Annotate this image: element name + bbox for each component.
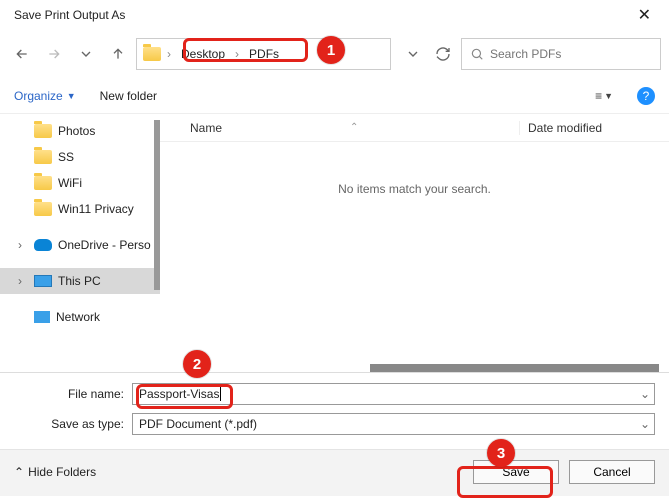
scrollbar[interactable]: [370, 364, 659, 372]
file-list: Name⌃ Date modified No items match your …: [160, 114, 669, 372]
saveastype-label: Save as type:: [14, 417, 124, 431]
chevron-up-icon: ⌃: [14, 465, 24, 479]
back-button[interactable]: [8, 40, 36, 68]
chevron-down-icon[interactable]: ⌄: [640, 387, 650, 401]
filename-label: File name:: [14, 387, 124, 401]
nav-tree: Photos SS WiFi Win11 Privacy ›OneDrive -…: [0, 114, 160, 372]
cloud-icon: [34, 239, 52, 251]
close-icon[interactable]: ✕: [630, 1, 659, 29]
tree-item-win11[interactable]: Win11 Privacy: [0, 196, 160, 222]
view-menu[interactable]: ≡ ▼: [595, 89, 613, 103]
chevron-down-icon[interactable]: ⌄: [640, 417, 650, 431]
toolbar: Organize ▼ New folder ≡ ▼ ?: [0, 78, 669, 114]
tree-item-ss[interactable]: SS: [0, 144, 160, 170]
expand-icon[interactable]: ›: [18, 238, 28, 252]
expand-icon[interactable]: ›: [18, 274, 28, 288]
recent-dropdown[interactable]: [72, 40, 100, 68]
search-box[interactable]: [461, 38, 661, 70]
tree-item-photos[interactable]: Photos: [0, 118, 160, 144]
window-title: Save Print Output As: [14, 8, 125, 22]
text-cursor: [220, 387, 221, 401]
chevron-right-icon: ›: [235, 47, 239, 61]
chevron-down-icon: ▼: [67, 91, 76, 101]
tree-item-network[interactable]: ›Network: [0, 304, 160, 330]
title-bar: Save Print Output As ✕: [0, 0, 669, 30]
hide-folders-toggle[interactable]: ⌃ Hide Folders: [14, 465, 96, 479]
search-input[interactable]: [490, 47, 652, 61]
chevron-right-icon: ›: [167, 47, 171, 61]
refresh-button[interactable]: [429, 40, 457, 68]
list-icon: ≡: [595, 89, 602, 103]
column-name[interactable]: Name⌃: [190, 121, 519, 135]
cancel-button[interactable]: Cancel: [569, 460, 655, 484]
saveastype-field[interactable]: PDF Document (*.pdf)⌄: [132, 413, 655, 435]
monitor-icon: [34, 275, 52, 287]
help-icon[interactable]: ?: [637, 87, 655, 105]
annotation-callout-1: 1: [317, 36, 345, 64]
up-button[interactable]: [104, 40, 132, 68]
new-folder-button[interactable]: New folder: [100, 89, 157, 103]
chevron-down-icon: ▼: [604, 91, 613, 101]
empty-message: No items match your search.: [160, 142, 669, 196]
form-area: File name: Passport-Visas⌄ Save as type:…: [0, 372, 669, 449]
tree-item-onedrive[interactable]: ›OneDrive - Perso: [0, 232, 160, 258]
save-button[interactable]: Save: [473, 460, 559, 484]
annotation-callout-3: 3: [487, 439, 515, 467]
address-bar[interactable]: › Desktop › PDFs: [136, 38, 391, 70]
footer: ⌃ Hide Folders Save Cancel: [0, 449, 669, 496]
network-icon: [34, 311, 50, 323]
folder-icon: [34, 124, 52, 138]
folder-icon: [34, 202, 52, 216]
sort-asc-icon: ⌃: [350, 122, 358, 133]
search-icon: [470, 47, 484, 61]
column-date[interactable]: Date modified: [519, 121, 669, 135]
folder-icon: [34, 150, 52, 164]
organize-menu[interactable]: Organize ▼: [14, 89, 76, 103]
address-dropdown[interactable]: [399, 40, 427, 68]
folder-icon: [34, 176, 52, 190]
tree-item-wifi[interactable]: WiFi: [0, 170, 160, 196]
filename-field[interactable]: Passport-Visas⌄: [132, 383, 655, 405]
tree-item-thispc[interactable]: ›This PC: [0, 268, 160, 294]
forward-button[interactable]: [40, 40, 68, 68]
folder-icon: [143, 47, 161, 61]
breadcrumb-pdfs[interactable]: PDFs: [245, 45, 283, 63]
annotation-callout-2: 2: [183, 350, 211, 378]
breadcrumb-desktop[interactable]: Desktop: [177, 45, 229, 63]
